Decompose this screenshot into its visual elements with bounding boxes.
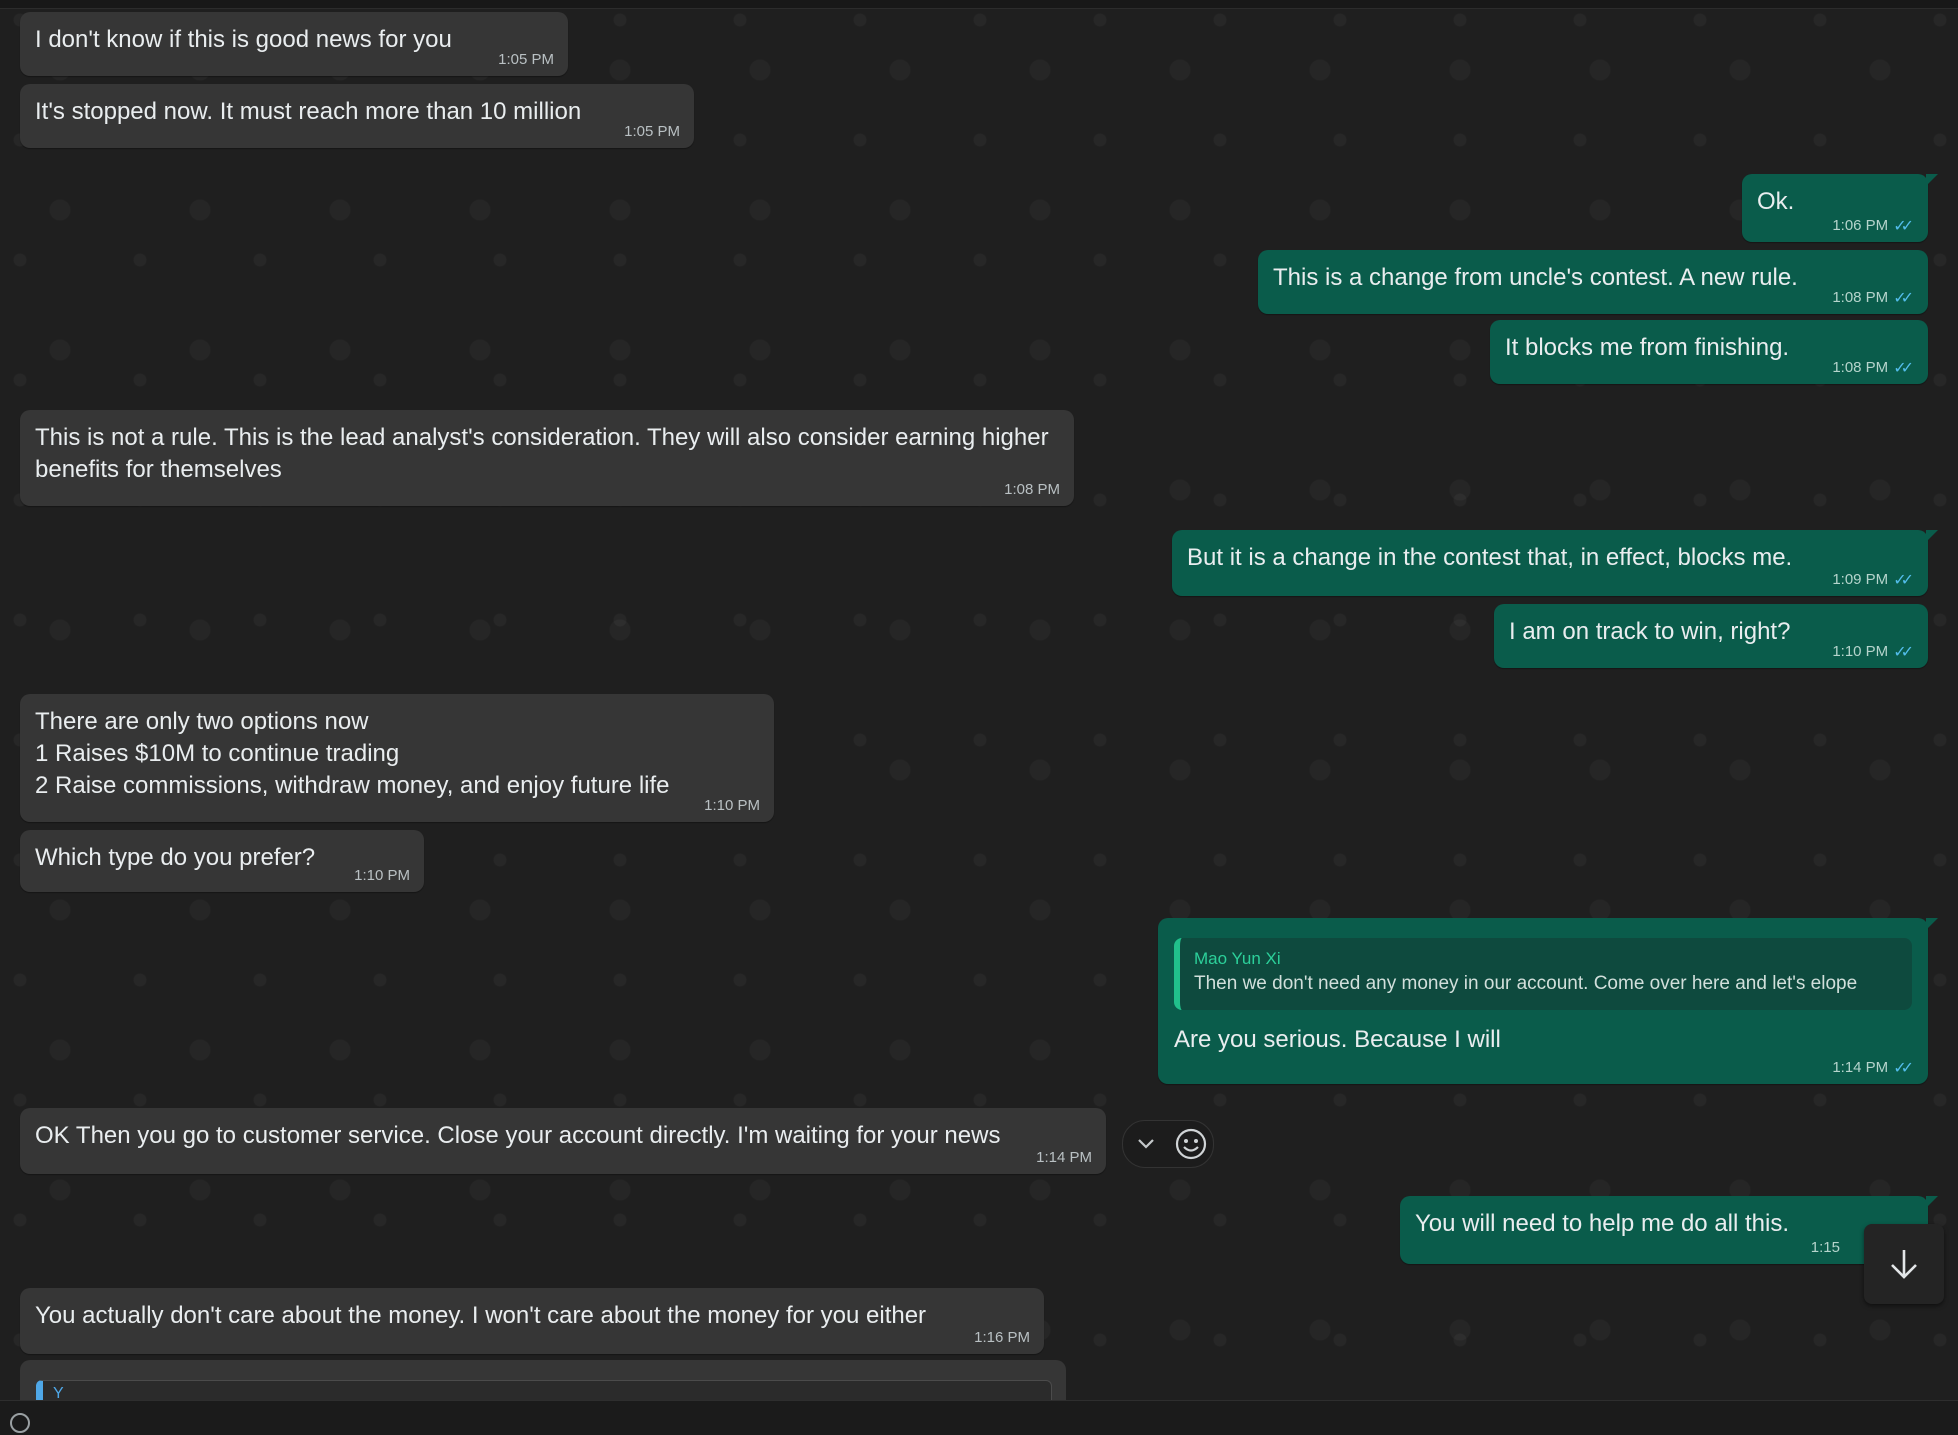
quote-text: Then we don't need any money in our acco… — [1194, 973, 1858, 994]
bubble-tail — [1926, 530, 1938, 542]
message-text: This is not a rule. This is the lead ana… — [35, 424, 1049, 483]
message-time: 1:08 PM — [1832, 289, 1889, 306]
message-text: I don't know if this is good news for yo… — [35, 26, 452, 53]
scroll-to-bottom-button[interactable] — [1864, 1224, 1944, 1304]
message-text: You actually don't care about the money.… — [35, 1302, 927, 1329]
message-time: 1:14 PM — [1832, 1059, 1889, 1076]
message-time: 1:08 PM — [1004, 481, 1060, 498]
message-time: 1:08 PM — [1832, 359, 1889, 376]
outgoing-message[interactable]: Ok. 1:06 PM ✓✓ — [1742, 174, 1938, 242]
incoming-message[interactable]: There are only two options now 1 Raises … — [20, 694, 774, 822]
message-time: 1:10 PM — [1832, 643, 1889, 660]
message-text: There are only two options now 1 Raises … — [35, 708, 670, 799]
incoming-message[interactable]: This is not a rule. This is the lead ana… — [20, 410, 1074, 506]
message-text: Which type do you prefer? — [35, 844, 316, 871]
message-time: 1:09 PM — [1832, 571, 1889, 588]
double-check-icon: ✓✓ — [1893, 1058, 1914, 1077]
message-time: 1:15 — [1810, 1239, 1840, 1256]
message-text: But it is a change in the contest that, … — [1187, 544, 1793, 571]
incoming-message[interactable]: It's stopped now. It must reach more tha… — [20, 84, 694, 148]
arrow-down-icon — [1891, 1250, 1917, 1279]
compose-bar — [0, 1400, 1958, 1435]
double-check-icon: ✓✓ — [1893, 642, 1914, 661]
outgoing-message[interactable]: It blocks me from finishing. 1:08 PM ✓✓ — [1490, 320, 1928, 384]
incoming-message[interactable]: Which type do you prefer? 1:10 PM — [20, 830, 424, 892]
outgoing-message[interactable]: But it is a change in the contest that, … — [1172, 530, 1938, 596]
message-text: I am on track to win, right? — [1509, 618, 1791, 645]
quoted-message[interactable]: Mao Yun Xi Then we don't need any money … — [1174, 938, 1912, 1010]
message-time: 1:16 PM — [974, 1329, 1030, 1346]
chat-header-edge — [0, 0, 1958, 9]
message-time: 1:14 PM — [1036, 1149, 1092, 1166]
double-check-icon: ✓✓ — [1893, 570, 1914, 589]
outgoing-message[interactable]: I am on track to win, right? 1:10 PM ✓✓ — [1494, 604, 1928, 668]
message-time: 1:10 PM — [704, 797, 760, 814]
outgoing-message[interactable]: This is a change from uncle's contest. A… — [1258, 250, 1928, 314]
outgoing-message[interactable]: You will need to help me do all this. 1:… — [1400, 1196, 1938, 1264]
message-text: Ok. — [1757, 188, 1795, 215]
quote-author: Mao Yun Xi — [1194, 949, 1281, 968]
message-time: 1:05 PM — [498, 51, 554, 68]
outgoing-message[interactable]: Mao Yun Xi Then we don't need any money … — [1158, 918, 1938, 1084]
bubble-tail — [1926, 918, 1938, 930]
message-time: 1:06 PM — [1832, 217, 1889, 234]
quoted-message[interactable]: Y — [36, 1380, 1052, 1400]
message-text: This is a change from uncle's contest. A… — [1273, 264, 1798, 291]
chat-area[interactable]: I don't know if this is good news for yo… — [0, 0, 1958, 1400]
bubble-tail — [1926, 174, 1938, 186]
quote-author: Y — [53, 1385, 64, 1400]
message-time: 1:10 PM — [354, 867, 410, 884]
double-check-icon: ✓✓ — [1893, 358, 1914, 377]
incoming-message[interactable]: OK Then you go to customer service. Clos… — [20, 1108, 1106, 1174]
message-text: OK Then you go to customer service. Clos… — [35, 1122, 1001, 1149]
message-text: It's stopped now. It must reach more tha… — [35, 98, 582, 125]
double-check-icon: ✓✓ — [1893, 216, 1914, 235]
smiley-icon[interactable] — [1172, 1125, 1210, 1163]
message-text: It blocks me from finishing. — [1505, 334, 1790, 361]
message-text: Are you serious. Because I will — [1174, 1026, 1501, 1053]
double-check-icon: ✓✓ — [1893, 288, 1914, 307]
message-time: 1:05 PM — [624, 123, 680, 140]
chevron-down-icon[interactable] — [1127, 1125, 1165, 1163]
attach-icon[interactable] — [10, 1413, 30, 1433]
incoming-message[interactable]: I don't know if this is good news for yo… — [20, 12, 568, 76]
incoming-message[interactable]: You actually don't care about the money.… — [20, 1288, 1044, 1354]
bubble-tail — [1926, 1196, 1938, 1208]
message-text: You will need to help me do all this. — [1415, 1210, 1790, 1237]
message-hover-tools — [1122, 1120, 1214, 1168]
